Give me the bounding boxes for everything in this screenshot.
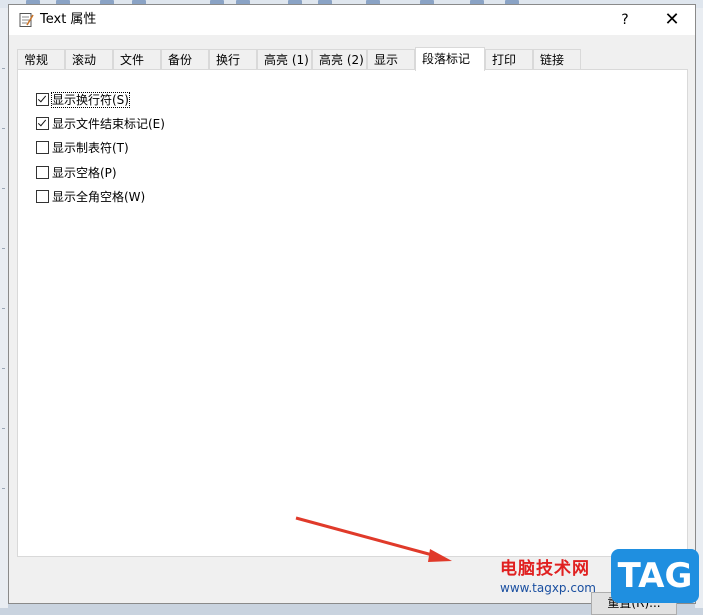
red-arrow-annotation xyxy=(295,516,452,562)
watermark-site-name: 电脑技术网 xyxy=(500,559,590,579)
tab-paragraph-marks[interactable]: 段落标记 xyxy=(415,47,485,71)
tag-logo: TAG xyxy=(611,549,699,603)
watermark-url: www.tagxp.com xyxy=(500,581,596,595)
